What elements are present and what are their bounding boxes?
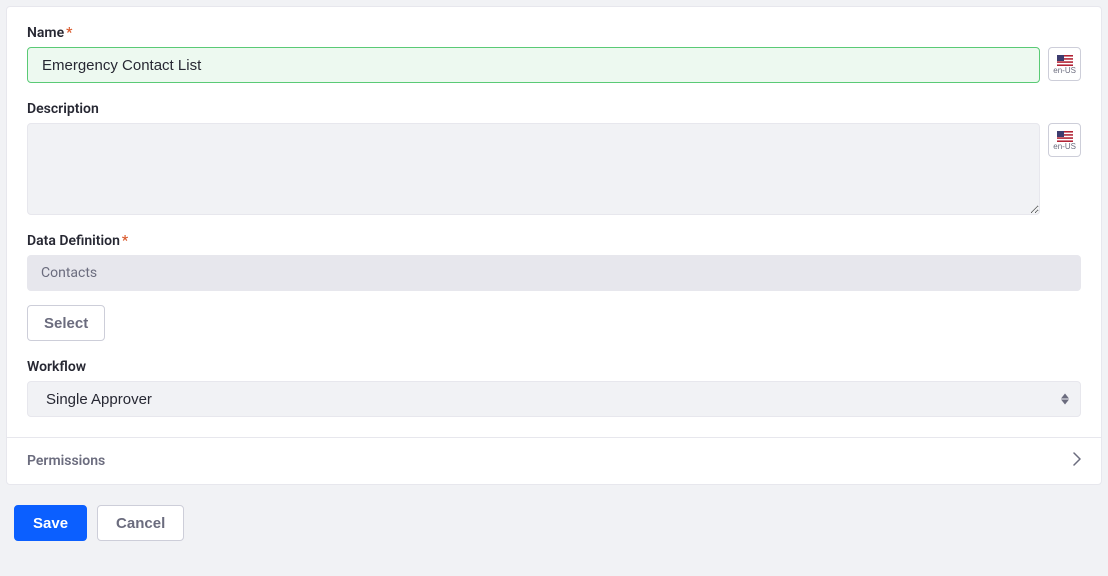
workflow-label: Workflow [27,359,1081,375]
description-textarea[interactable] [27,123,1040,215]
locale-code: en-US [1053,143,1076,151]
locale-code: en-US [1053,67,1076,75]
chevron-right-icon [1073,452,1081,470]
description-label: Description [27,101,1081,117]
data-definition-label: Data Definition* [27,233,1081,249]
name-input[interactable] [27,47,1040,83]
us-flag-icon [1057,130,1073,141]
name-label: Name* [27,25,1081,41]
cancel-button[interactable]: Cancel [97,505,184,541]
permissions-label: Permissions [27,453,105,469]
description-locale-button[interactable]: en-US [1048,123,1081,157]
workflow-select[interactable]: Single Approver [27,381,1081,417]
permissions-section-toggle[interactable]: Permissions [7,437,1101,484]
save-button[interactable]: Save [14,505,87,541]
name-locale-button[interactable]: en-US [1048,47,1081,81]
data-definition-display: Contacts [27,255,1081,291]
select-data-definition-button[interactable]: Select [27,305,105,341]
us-flag-icon [1057,54,1073,65]
